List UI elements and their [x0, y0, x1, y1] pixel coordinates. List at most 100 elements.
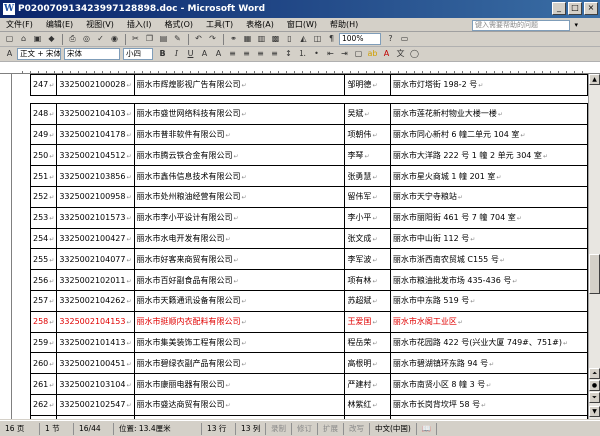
insert-table-icon[interactable]: ▥: [255, 33, 268, 45]
status-record[interactable]: 录制: [266, 422, 292, 435]
styles-pane-icon[interactable]: A: [3, 48, 16, 60]
print-preview-icon[interactable]: ◎: [80, 33, 93, 45]
address-cell[interactable]: 丽水市天宁寺粮站↵: [389, 185, 588, 208]
address-cell[interactable]: 丽水市中山街 112 号↵: [389, 227, 588, 250]
registration-code-cell[interactable]: 3325002103856↵: [56, 165, 135, 187]
border-icon[interactable]: ▢: [352, 48, 365, 60]
registration-code-cell[interactable]: 3325002103104↵: [56, 373, 135, 395]
browse-object-icon[interactable]: ●: [589, 380, 600, 391]
address-cell[interactable]: 丽水市星火商城 1 幢 201 室↵: [389, 165, 588, 187]
menu-table[interactable]: 表格(A): [246, 19, 274, 30]
italic-icon[interactable]: I: [170, 48, 183, 60]
company-name-cell[interactable]: 丽水市盛达商贸有限公司↵: [133, 393, 346, 416]
address-cell[interactable]: 丽水市丽阳街 461 号 7 幢 704 室↵: [389, 206, 588, 229]
spelling-icon[interactable]: ✓: [94, 33, 107, 45]
help-dropdown-icon[interactable]: ▾: [574, 21, 578, 29]
highlight-icon[interactable]: ab: [366, 48, 379, 60]
legal-representative-cell[interactable]: 林紫红↵: [344, 393, 391, 416]
address-cell[interactable]: 丽水市南贤小区 8 幢 3 号↵: [389, 373, 588, 395]
registration-code-cell[interactable]: 3325002100451↵: [56, 352, 135, 375]
row-number-cell[interactable]: 250↵: [29, 144, 58, 167]
table-row[interactable]: 250↵ 3325002104512↵ 丽水市腾云铁合金有限公司↵ 李琴↵ 丽水市大洋路…: [29, 144, 588, 167]
address-cell[interactable]: 丽水市中东路 519 号↵: [389, 289, 588, 312]
table-row[interactable]: 254↵ 3325002100427↵ 丽水市水电开发有限公司↵ 张文成↵ 丽水市中山街…: [29, 227, 588, 250]
company-name-cell[interactable]: 丽水市李小平设计有限公司↵: [133, 206, 346, 229]
undo-icon[interactable]: ↶: [192, 33, 205, 45]
address-cell[interactable]: 丽水市水阁工业区↵: [389, 310, 588, 333]
table-row[interactable]: 249↵ 3325002104178↵ 丽水市普非软件有限公司↵ 项朝伟↵ 丽水市同心新…: [29, 123, 588, 146]
legal-representative-cell[interactable]: 程岳荣↵: [344, 331, 391, 354]
document-area[interactable]: 247↵ 3325002100028↵ 丽水市辉煌影视广告有限公司↵ 邹明德↵ 丽水市灯…: [12, 74, 588, 419]
row-number-cell[interactable]: 249↵: [29, 123, 58, 146]
table-row[interactable]: 261↵ 3325002103104↵ 丽水市康丽电器有限公司↵ 严建村↵ 丽水市南贤小…: [29, 373, 588, 395]
legal-representative-cell[interactable]: 张勇慧↵: [344, 165, 391, 187]
new-document-icon[interactable]: ▢: [3, 33, 16, 45]
table-row[interactable]: 257↵ 3325002104262↵ 丽水市天籁通讯设备有限公司↵ 苏超斌↵ 丽水市中…: [29, 289, 588, 312]
phonetic-icon[interactable]: 文: [394, 48, 407, 60]
style-select[interactable]: 正文 + 宋体: [17, 48, 61, 60]
row-number-cell[interactable]: ↵: [29, 414, 58, 419]
company-name-cell[interactable]: 丽水市碧绿衣副产品有限公司↵: [133, 352, 346, 375]
align-justify-icon[interactable]: ≡: [226, 48, 239, 60]
decrease-indent-icon[interactable]: ⇤: [324, 48, 337, 60]
menu-window[interactable]: 窗口(W): [287, 19, 317, 30]
row-number-cell[interactable]: 262↵: [29, 393, 58, 416]
font-size-select[interactable]: 小四: [123, 48, 153, 60]
registration-code-cell[interactable]: 3325002100028↵: [56, 74, 135, 96]
menu-view[interactable]: 视图(V): [86, 19, 114, 30]
table-row[interactable]: 253↵ 3325002101573↵ 丽水市李小平设计有限公司↵ 李小平↵ 丽水市丽阳…: [29, 206, 588, 229]
address-cell[interactable]: 丽水市长岗背坎坪 58 号↵: [389, 393, 588, 416]
table-row[interactable]: ↵3311000000007↵↵↵↵: [29, 414, 588, 419]
drawing-icon[interactable]: ◭: [297, 33, 310, 45]
font-color-icon[interactable]: A: [380, 48, 393, 60]
legal-representative-cell[interactable]: 留伟军↵: [344, 185, 391, 208]
registration-code-cell[interactable]: 3325002100958↵: [56, 185, 135, 208]
registration-code-cell[interactable]: 3325002101573↵: [56, 206, 135, 229]
open-folder-icon[interactable]: ⌂: [17, 33, 30, 45]
company-name-cell[interactable]: ↵: [133, 414, 346, 419]
registration-code-cell[interactable]: 3325002101413↵: [56, 331, 135, 354]
company-name-cell[interactable]: 丽水市挺顺内衣配料有限公司↵: [133, 310, 346, 333]
close-button[interactable]: ×: [584, 2, 598, 15]
next-page-icon[interactable]: ⏷: [589, 392, 600, 403]
company-name-cell[interactable]: 丽水市鑫伟信息技术有限公司↵: [133, 165, 346, 187]
registration-code-cell[interactable]: 3325002104178↵: [56, 123, 135, 146]
menu-format[interactable]: 格式(O): [164, 19, 193, 30]
enclose-char-icon[interactable]: ◯: [408, 48, 421, 60]
copy-icon[interactable]: ❐: [143, 33, 156, 45]
registration-code-cell[interactable]: 3325002100427↵: [56, 227, 135, 250]
vertical-scrollbar[interactable]: ▲ ⏶ ● ⏷ ▼: [588, 74, 600, 419]
scroll-down-arrow-icon[interactable]: ▼: [589, 406, 600, 417]
company-name-cell[interactable]: 丽水市集美装饰工程有限公司↵: [133, 331, 346, 354]
menu-tools[interactable]: 工具(T): [206, 19, 233, 30]
address-cell[interactable]: ↵: [389, 414, 588, 419]
company-name-cell[interactable]: 丽水市普非软件有限公司↵: [133, 123, 346, 146]
spelling-status-icon[interactable]: 📖: [417, 422, 438, 435]
align-right-icon[interactable]: ≡: [254, 48, 267, 60]
font-select[interactable]: 宋体: [64, 48, 120, 60]
table-row[interactable]: 255↵ 3325002104077↵ 丽水市好客来商贸有限公司↵ 李军波↵ 丽水市浙西…: [29, 248, 588, 271]
table-row[interactable]: 256↵ 3325002102011↵ 丽水市百好副食品有限公司↵ 项有林↵ 丽水市粮油…: [29, 269, 588, 291]
columns-icon[interactable]: ▯: [283, 33, 296, 45]
bold-icon[interactable]: B: [156, 48, 169, 60]
prev-page-icon[interactable]: ⏶: [589, 368, 600, 379]
table-row[interactable]: 248↵ 3325002104103↵ 丽水市盛世网络科技有限公司↵ 吴斌↵ 丽水市莲花…: [29, 102, 588, 125]
company-name-cell[interactable]: 丽水市腾云铁合金有限公司↵: [133, 144, 346, 167]
legal-representative-cell[interactable]: 李军波↵: [344, 248, 391, 271]
permission-icon[interactable]: ◆: [45, 33, 58, 45]
show-hide-icon[interactable]: ¶: [325, 33, 338, 45]
table-row[interactable]: 252↵ 3325002100958↵ 丽水市处州粮油经营有限公司↵ 留伟军↵ 丽水市天…: [29, 185, 588, 208]
menu-edit[interactable]: 编辑(E): [46, 19, 73, 30]
menu-file[interactable]: 文件(F): [6, 19, 33, 30]
row-number-cell[interactable]: 261↵: [29, 373, 58, 395]
help-icon[interactable]: ?: [384, 33, 397, 45]
read-mode-icon[interactable]: ▭: [398, 33, 411, 45]
table-row[interactable]: 259↵ 3325002101413↵ 丽水市集美装饰工程有限公司↵ 程岳荣↵ 丽水市花…: [29, 331, 588, 354]
menu-help[interactable]: 帮助(H): [330, 19, 358, 30]
row-number-cell[interactable]: 248↵: [29, 102, 58, 125]
legal-representative-cell[interactable]: 苏超斌↵: [344, 289, 391, 312]
vertical-ruler[interactable]: [0, 74, 12, 419]
status-extend[interactable]: 扩展: [318, 422, 344, 435]
research-icon[interactable]: ◉: [108, 33, 121, 45]
redo-icon[interactable]: ↷: [206, 33, 219, 45]
